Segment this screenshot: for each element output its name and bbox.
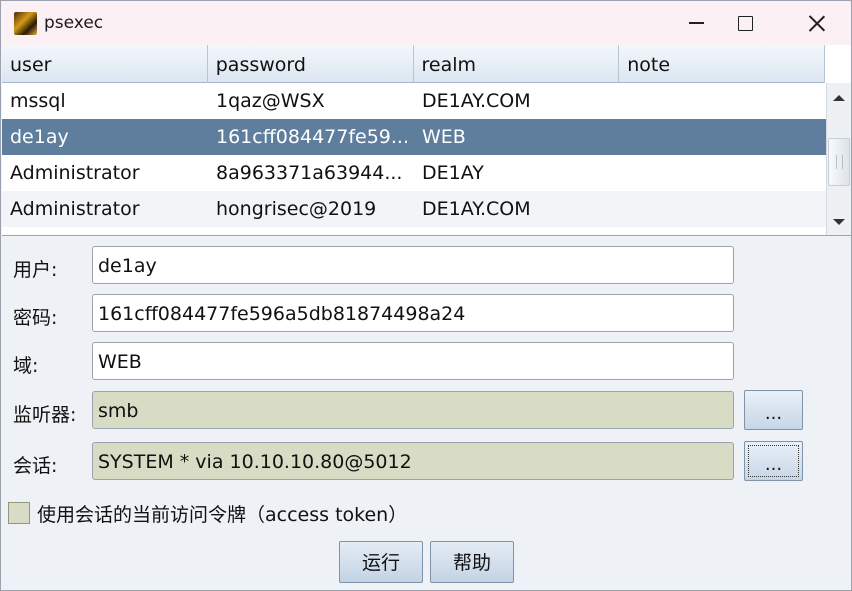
cell-note — [620, 83, 826, 119]
access-token-checkbox[interactable] — [8, 502, 30, 524]
session-label: 会话: — [13, 455, 58, 477]
cell-note — [620, 191, 826, 227]
cell-user: Administrator — [10, 198, 140, 220]
close-icon — [808, 15, 825, 32]
column-header-user[interactable]: user — [2, 45, 208, 83]
user-field[interactable]: de1ay — [92, 246, 734, 284]
chevron-up-icon[interactable] — [833, 95, 845, 101]
session-browse-button[interactable]: ... — [744, 441, 803, 481]
password-field[interactable]: 161cff084477fe596a5db81874498a24 — [92, 294, 734, 332]
cell-note — [620, 119, 826, 155]
cell-realm: DE1AY.COM — [422, 198, 531, 220]
cell-password: 161cff084477fe59... — [216, 126, 410, 148]
realm-field[interactable]: WEB — [92, 342, 734, 380]
access-token-label: 使用会话的当前访问令牌（access token） — [37, 503, 408, 526]
grip-icon — [836, 155, 843, 169]
table-scrollbar[interactable] — [826, 83, 851, 235]
maximize-button[interactable] — [722, 1, 768, 45]
column-header-password[interactable]: password — [208, 45, 414, 83]
listener-browse-button[interactable]: ... — [744, 390, 803, 430]
maximize-icon — [737, 15, 753, 31]
close-button[interactable] — [793, 1, 839, 45]
column-header-realm[interactable]: realm — [414, 45, 620, 83]
psexec-dialog: psexec user password realm note mssql 1q… — [0, 0, 852, 591]
cell-user: Administrator — [10, 162, 140, 184]
table-row-selected[interactable]: de1ay 161cff084477fe59... WEB — [2, 119, 826, 155]
realm-label: 域: — [13, 355, 39, 377]
scrollbar-thumb[interactable] — [828, 138, 850, 186]
listener-label: 监听器: — [13, 404, 77, 426]
cell-password: 1qaz@WSX — [216, 90, 325, 112]
table-body: mssql 1qaz@WSX DE1AY.COM de1ay 161cff084… — [2, 83, 826, 227]
cell-user: de1ay — [10, 126, 69, 148]
cell-realm: DE1AY.COM — [422, 90, 531, 112]
column-header-note[interactable]: note — [619, 45, 825, 83]
cell-password: hongrisec@2019 — [216, 198, 377, 220]
password-label: 密码: — [13, 307, 58, 329]
minimize-button[interactable] — [673, 1, 719, 45]
cell-realm: DE1AY — [422, 162, 484, 184]
table-row[interactable]: mssql 1qaz@WSX DE1AY.COM — [2, 83, 826, 119]
run-button[interactable]: 运行 — [339, 541, 423, 583]
cell-user: mssql — [10, 90, 66, 112]
app-icon — [14, 12, 37, 35]
cell-note — [620, 155, 826, 191]
minimize-icon — [688, 22, 704, 24]
cell-realm: WEB — [422, 126, 466, 148]
window-title: psexec — [44, 13, 104, 33]
access-token-option[interactable]: 使用会话的当前访问令牌（access token） — [8, 500, 407, 526]
table-row[interactable]: Administrator 8a963371a63944... DE1AY — [2, 155, 826, 191]
chevron-down-icon[interactable] — [833, 219, 845, 225]
help-button[interactable]: 帮助 — [430, 541, 514, 583]
listener-field[interactable]: smb — [92, 391, 734, 429]
credentials-table: user password realm note mssql 1qaz@WSX … — [2, 45, 851, 236]
table-row[interactable]: Administrator hongrisec@2019 DE1AY.COM — [2, 191, 826, 227]
table-header: user password realm note — [2, 45, 825, 83]
title-bar[interactable]: psexec — [1, 1, 851, 45]
cell-password: 8a963371a63944... — [216, 162, 403, 184]
user-label: 用户: — [13, 259, 58, 281]
session-field[interactable]: SYSTEM * via 10.10.10.80@5012 — [92, 442, 734, 480]
